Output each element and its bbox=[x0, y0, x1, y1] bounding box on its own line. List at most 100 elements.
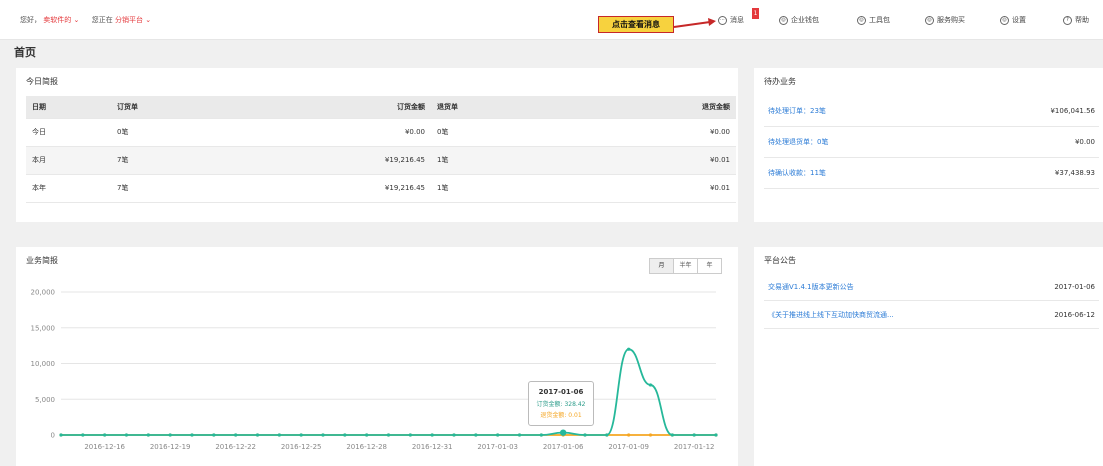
data-point bbox=[496, 433, 500, 437]
y-tick-label: 15,000 bbox=[31, 324, 56, 332]
range-year-button[interactable]: 年 bbox=[697, 258, 722, 274]
data-point bbox=[234, 433, 238, 437]
cell-return-amount: ¥0.01 bbox=[568, 174, 736, 203]
message-callout: 点击查看消息 bbox=[598, 16, 674, 33]
today-summary-title: 今日简报 bbox=[26, 77, 58, 86]
today-summary-table: 日期 订货单 订货金额 退货单 退货金额 今日 0笔 ¥0.00 0笔 ¥0.0… bbox=[26, 96, 736, 203]
message-icon: ⋯ bbox=[718, 15, 727, 25]
cell-returns: 1笔 bbox=[431, 174, 569, 203]
data-point bbox=[430, 433, 434, 437]
help-icon: ? bbox=[1063, 15, 1072, 25]
settings-icon: ◎ bbox=[1000, 15, 1009, 25]
top-bar: 您好， 卖软件的 ⌄ 您正在 分销平台 ⌄ 点击查看消息 ⋯ 消息 1 ◎ 企业… bbox=[0, 0, 1103, 40]
list-item: 待处理订单：23笔 ¥106,041.56 bbox=[764, 96, 1099, 127]
data-point bbox=[81, 433, 85, 437]
y-tick-label: 5,000 bbox=[35, 396, 55, 404]
cell-orders: 7笔 bbox=[111, 174, 251, 203]
list-item: 交易通V1.4.1版本更新公告 2017-01-06 bbox=[764, 273, 1099, 301]
pending-returns-link[interactable]: 待处理退货单：0笔 bbox=[768, 137, 828, 147]
user-menu[interactable]: 卖软件的 ⌄ bbox=[43, 16, 79, 24]
y-tick-label: 20,000 bbox=[31, 289, 56, 297]
greeting-text: 您好， bbox=[20, 16, 41, 24]
tooltip-date: 2017-01-06 bbox=[538, 388, 584, 396]
table-row: 本年 7笔 ¥19,216.45 1笔 ¥0.01 bbox=[26, 174, 736, 203]
data-point bbox=[168, 433, 172, 437]
data-point bbox=[299, 433, 303, 437]
col-orders: 订货单 bbox=[111, 96, 251, 119]
pending-tasks-panel: 待办业务 待处理订单：23笔 ¥106,041.56 待处理退货单：0笔 ¥0.… bbox=[754, 68, 1103, 222]
table-header-row: 日期 订货单 订货金额 退货单 退货金额 bbox=[26, 96, 736, 119]
cell-date: 本月 bbox=[26, 146, 111, 175]
location-label: 您正在 bbox=[91, 16, 113, 24]
data-point bbox=[321, 433, 325, 437]
business-chart-title: 业务简报 bbox=[26, 256, 58, 265]
x-tick-label: 2016-12-31 bbox=[412, 443, 453, 451]
user-info: 您好， 卖软件的 ⌄ 您正在 分销平台 ⌄ bbox=[20, 15, 151, 25]
cell-returns: 0笔 bbox=[431, 118, 569, 147]
nav-help[interactable]: ? 帮助 bbox=[1063, 14, 1089, 26]
announcement-link[interactable]: 交易通V1.4.1版本更新公告 bbox=[768, 282, 854, 292]
col-return-amount: 退货金额 bbox=[568, 96, 736, 119]
pending-orders-link[interactable]: 待处理订单：23笔 bbox=[768, 106, 826, 116]
announcement-date: 2016-06-12 bbox=[1054, 310, 1095, 319]
x-tick-label: 2016-12-28 bbox=[346, 443, 387, 451]
announcements-panel: 平台公告 交易通V1.4.1版本更新公告 2017-01-06 《关于推进线上线… bbox=[754, 247, 1103, 466]
nav-settings[interactable]: ◎ 设置 bbox=[1000, 14, 1026, 26]
list-item: 待确认收款：11笔 ¥37,438.93 bbox=[764, 158, 1099, 189]
nav-toolkit[interactable]: ◎ 工具包 bbox=[857, 14, 890, 26]
nav-service[interactable]: ◎ 服务购买 bbox=[925, 14, 965, 26]
pending-payments-value: ¥37,438.93 bbox=[1054, 169, 1095, 177]
cell-orders: 0笔 bbox=[111, 118, 251, 147]
nav-help-label: 帮助 bbox=[1075, 16, 1089, 24]
cell-orders: 7笔 bbox=[111, 146, 251, 175]
cell-return-amount: ¥0.01 bbox=[568, 146, 736, 175]
data-point bbox=[277, 433, 281, 437]
pending-orders-value: ¥106,041.56 bbox=[1050, 107, 1095, 115]
service-icon: ◎ bbox=[925, 15, 934, 25]
callout-arrow-icon bbox=[673, 18, 716, 28]
announcement-link[interactable]: 《关于推进线上线下互动加快商贸流通... bbox=[768, 310, 894, 320]
list-item: 待处理退货单：0笔 ¥0.00 bbox=[764, 127, 1099, 158]
cell-return-amount: ¥0.00 bbox=[568, 118, 736, 147]
data-point bbox=[627, 347, 631, 351]
col-date: 日期 bbox=[26, 96, 111, 119]
tooltip-order-amount: 订货金额: 328.42 bbox=[536, 401, 586, 408]
x-tick-label: 2017-01-09 bbox=[608, 443, 649, 451]
platform-switcher[interactable]: 分销平台 ⌄ bbox=[115, 16, 151, 24]
data-point bbox=[59, 433, 63, 437]
range-halfyear-button[interactable]: 半年 bbox=[673, 258, 698, 274]
cell-order-amount: ¥19,216.45 bbox=[251, 174, 431, 203]
series-line-0 bbox=[61, 348, 716, 436]
x-tick-label: 2016-12-22 bbox=[215, 443, 256, 451]
today-summary-panel: 今日简报 日期 订货单 订货金额 退货单 退货金额 今日 0笔 ¥0.00 0笔… bbox=[16, 68, 738, 222]
page-title: 首页 bbox=[14, 46, 36, 59]
nav-messages[interactable]: ⋯ 消息 bbox=[718, 14, 744, 26]
data-point bbox=[559, 429, 567, 436]
pending-payments-link[interactable]: 待确认收款：11笔 bbox=[768, 168, 826, 178]
data-point bbox=[408, 433, 412, 437]
table-row: 本月 7笔 ¥19,216.45 1笔 ¥0.01 bbox=[26, 146, 736, 175]
col-returns: 退货单 bbox=[431, 96, 569, 119]
cell-order-amount: ¥0.00 bbox=[251, 118, 431, 147]
data-point bbox=[692, 433, 696, 437]
nav-wallet[interactable]: ◎ 企业钱包 bbox=[779, 14, 819, 26]
list-item: 《关于推进线上线下互动加快商贸流通... 2016-06-12 bbox=[764, 301, 1099, 329]
data-point bbox=[648, 433, 653, 437]
data-point bbox=[648, 383, 653, 387]
table-row: 今日 0笔 ¥0.00 0笔 ¥0.00 bbox=[26, 118, 736, 147]
range-month-button[interactable]: 月 bbox=[649, 258, 674, 274]
cell-date: 本年 bbox=[26, 174, 111, 203]
data-point bbox=[146, 433, 150, 437]
y-tick-label: 10,000 bbox=[31, 360, 56, 368]
chart-tooltip: 2017-01-06 订货金额: 328.42 退货金额: 0.01 bbox=[528, 381, 594, 426]
data-point bbox=[103, 433, 107, 437]
tooltip-return-amount: 退货金额: 0.01 bbox=[540, 412, 582, 419]
data-point bbox=[255, 433, 260, 437]
nav-toolkit-label: 工具包 bbox=[869, 16, 890, 24]
range-selector: 月 半年 年 bbox=[649, 258, 722, 274]
x-tick-label: 2017-01-12 bbox=[674, 443, 715, 451]
business-line-chart: 0 5,000 10,000 15,000 20,000 2016-12-16 2016-1… bbox=[31, 289, 718, 451]
nav-wallet-label: 企业钱包 bbox=[791, 16, 819, 24]
data-point bbox=[124, 433, 129, 437]
message-count-badge: 1 bbox=[752, 8, 759, 19]
